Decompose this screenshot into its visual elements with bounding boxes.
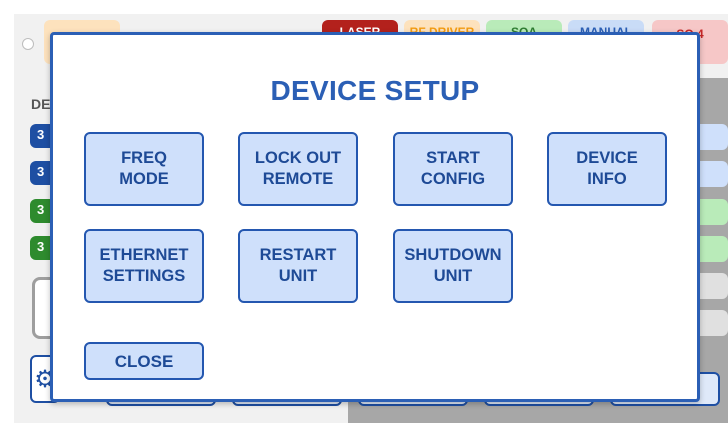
restart-unit-button[interactable]: RESTART UNIT [238,229,358,303]
button-label-line1: LOCK OUT [254,149,342,167]
button-label-line2: CONFIG [420,170,486,188]
status-indicator [22,38,34,50]
button-label-line2: MODE [119,170,169,188]
button-label-line2: UNIT [278,267,318,285]
button-label-line1: START [426,149,480,167]
button-label-line2: REMOTE [262,170,334,188]
button-label-line1: FREQ [121,149,167,167]
dialog-title: DEVICE SETUP [270,75,480,106]
button-label-line2: UNIT [433,267,473,285]
close-button[interactable]: CLOSE [84,342,204,380]
button-label-line1: DEVICE [576,149,638,167]
section-label: DE [31,96,51,112]
button-label-line1: RESTART [259,246,337,264]
device-setup-dialog: DEVICE SETUP FREQ MODE LOCK OUT REMOTE S… [50,32,700,402]
freq-mode-button[interactable]: FREQ MODE [84,132,204,206]
shutdown-unit-button[interactable]: SHUTDOWN UNIT [393,229,513,303]
close-button-label: CLOSE [114,351,174,371]
button-label-line2: SETTINGS [102,267,186,285]
start-config-button[interactable]: START CONFIG [393,132,513,206]
button-label-line2: INFO [587,170,627,188]
ethernet-settings-button[interactable]: ETHERNET SETTINGS [84,229,204,303]
lock-out-remote-button[interactable]: LOCK OUT REMOTE [238,132,358,206]
button-label-line1: SHUTDOWN [404,246,502,264]
button-label-line1: ETHERNET [99,246,189,264]
device-info-button[interactable]: DEVICE INFO [547,132,667,206]
